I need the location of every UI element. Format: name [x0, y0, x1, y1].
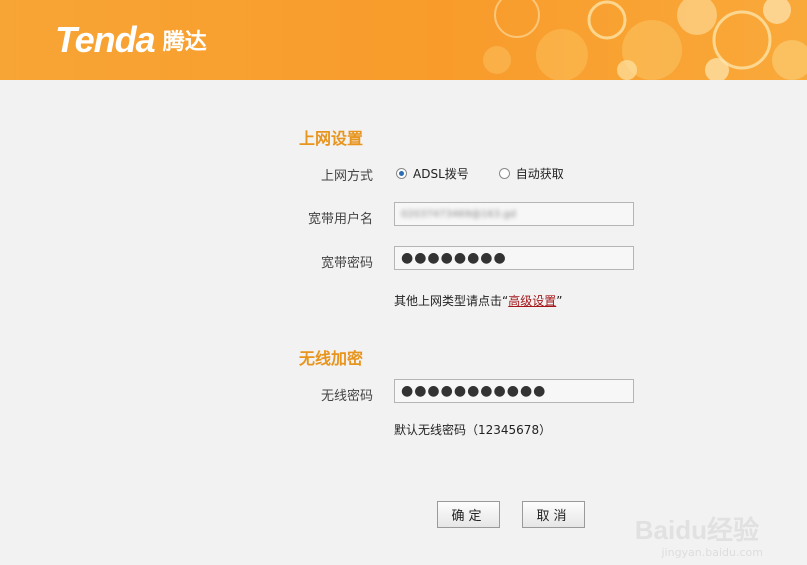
wireless-section-title: 无线加密	[299, 349, 364, 368]
connection-mode-radio-group: ADSL拨号 自动获取	[396, 165, 564, 182]
connection-mode-label: 上网方式	[320, 169, 373, 184]
ok-button[interactable]: 确定	[437, 501, 500, 528]
username-input[interactable]: 02037473469@163.gd	[394, 202, 634, 226]
advanced-settings-link[interactable]: 高级设置	[508, 294, 556, 308]
radio-adsl-label[interactable]: ADSL拨号	[413, 165, 469, 182]
logo-text-en: Tenda	[55, 19, 156, 60]
baidu-watermark-url: jingyan.baidu.com	[661, 546, 763, 559]
baidu-watermark: Baidu经验	[634, 515, 759, 545]
wireless-password-label: 无线密码	[320, 389, 373, 404]
password-label: 宽带密码	[320, 256, 373, 271]
radio-dhcp-label[interactable]: 自动获取	[516, 165, 564, 182]
username-value: 02037473469@163.gd	[401, 209, 516, 220]
username-label: 宽带用户名	[307, 212, 373, 227]
hint-prefix: 其他上网类型请点击“	[394, 294, 509, 308]
radio-adsl[interactable]: ADSL拨号	[396, 165, 469, 182]
hint-suffix: ”	[556, 294, 563, 308]
radio-adsl-button[interactable]	[396, 168, 407, 179]
bubble-decoration	[483, 0, 807, 80]
tenda-logo: Tenda 腾达	[55, 18, 207, 58]
wireless-password-input[interactable]: ●●●●●●●●●●●	[394, 379, 634, 403]
header-banner: Tenda 腾达	[0, 0, 807, 80]
cancel-button[interactable]: 取消	[522, 501, 585, 528]
broadband-password-input[interactable]: ●●●●●●●●	[394, 246, 634, 270]
internet-section-title: 上网设置	[299, 129, 364, 148]
advanced-hint: 其他上网类型请点击“高级设置”	[394, 292, 562, 309]
radio-dhcp[interactable]: 自动获取	[498, 165, 564, 182]
logo-text-cn: 腾达	[162, 30, 207, 55]
default-wireless-password-hint: 默认无线密码（12345678）	[394, 423, 552, 437]
radio-dhcp-button[interactable]	[498, 168, 510, 179]
